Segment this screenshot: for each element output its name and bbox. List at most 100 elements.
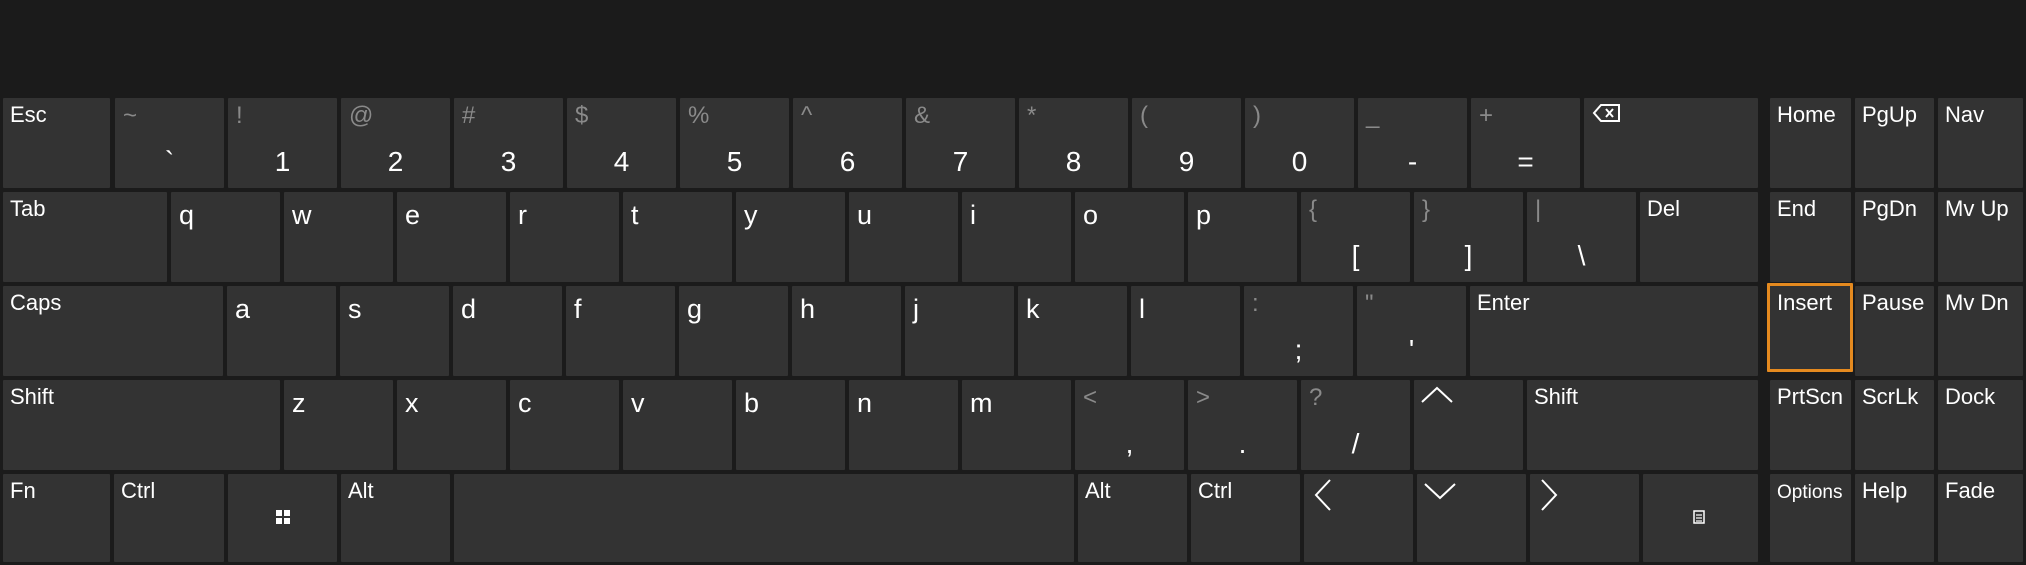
key-windows[interactable] <box>228 474 337 562</box>
key-label: z <box>292 388 306 418</box>
key-h[interactable]: h <box>792 286 901 376</box>
key-shift-label: $ <box>575 102 589 129</box>
key-equals[interactable]: + = <box>1471 98 1580 188</box>
key-shift-right[interactable]: Shift <box>1527 380 1758 470</box>
key-backslash[interactable]: | \ <box>1527 192 1636 282</box>
key-down-arrow[interactable] <box>1417 474 1526 562</box>
key-enter[interactable]: Enter <box>1470 286 1758 376</box>
key-options[interactable]: Options <box>1770 474 1851 562</box>
key-up-arrow[interactable] <box>1414 380 1523 470</box>
key-f[interactable]: f <box>566 286 675 376</box>
key-slash[interactable]: ? / <box>1301 380 1410 470</box>
key-label: f <box>574 294 582 324</box>
key-alt-left[interactable]: Alt <box>341 474 450 562</box>
key-w[interactable]: w <box>284 192 393 282</box>
key-semicolon[interactable]: : ; <box>1244 286 1353 376</box>
key-comma[interactable]: < , <box>1075 380 1184 470</box>
key-dock[interactable]: Dock <box>1938 380 2023 470</box>
key-main-label: 4 <box>613 146 630 177</box>
key-left-arrow[interactable] <box>1304 474 1413 562</box>
key-n[interactable]: n <box>849 380 958 470</box>
key-z[interactable]: z <box>284 380 393 470</box>
key-u[interactable]: u <box>849 192 958 282</box>
key-backtick[interactable]: ~ ` <box>115 98 224 188</box>
key-y[interactable]: y <box>736 192 845 282</box>
key-1[interactable]: ! 1 <box>228 98 337 188</box>
key-prtscn[interactable]: PrtScn <box>1770 380 1851 470</box>
key-space[interactable] <box>454 474 1074 562</box>
key-6[interactable]: ^ 6 <box>793 98 902 188</box>
key-main-label: 2 <box>387 146 404 177</box>
key-x[interactable]: x <box>397 380 506 470</box>
key-right-arrow[interactable] <box>1530 474 1639 562</box>
key-l[interactable]: l <box>1131 286 1240 376</box>
key-j[interactable]: j <box>905 286 1014 376</box>
key-d[interactable]: d <box>453 286 562 376</box>
key-fn[interactable]: Fn <box>3 474 110 562</box>
key-pgdn[interactable]: PgDn <box>1855 192 1934 282</box>
key-shift-label: & <box>914 102 931 129</box>
key-pause[interactable]: Pause <box>1855 286 1934 376</box>
key-home[interactable]: Home <box>1770 98 1851 188</box>
key-label: Enter <box>1477 290 1530 315</box>
key-c[interactable]: c <box>510 380 619 470</box>
key-5[interactable]: % 5 <box>680 98 789 188</box>
key-shift-label: ! <box>236 102 243 129</box>
key-7[interactable]: & 7 <box>906 98 1015 188</box>
key-label: PrtScn <box>1777 384 1844 409</box>
key-insert[interactable]: Insert <box>1767 283 1853 372</box>
key-backspace[interactable] <box>1584 98 1758 188</box>
key-ctrl-right[interactable]: Ctrl <box>1191 474 1300 562</box>
key-g[interactable]: g <box>679 286 788 376</box>
key-s[interactable]: s <box>340 286 449 376</box>
key-pgup[interactable]: PgUp <box>1855 98 1934 188</box>
key-a[interactable]: a <box>227 286 336 376</box>
key-main-label: \ <box>1577 240 1586 271</box>
key-shift-left[interactable]: Shift <box>3 380 280 470</box>
windows-logo-icon <box>276 510 290 524</box>
key-k[interactable]: k <box>1018 286 1127 376</box>
key-alt-right[interactable]: Alt <box>1078 474 1187 562</box>
key-label: Insert <box>1777 290 1833 315</box>
key-q[interactable]: q <box>171 192 280 282</box>
key-help[interactable]: Help <box>1855 474 1934 562</box>
key-v[interactable]: v <box>623 380 732 470</box>
key-9[interactable]: ( 9 <box>1132 98 1241 188</box>
key-t[interactable]: t <box>623 192 732 282</box>
key-left-bracket[interactable]: { [ <box>1301 192 1410 282</box>
key-0[interactable]: ) 0 <box>1245 98 1354 188</box>
key-label: Caps <box>10 290 62 315</box>
key-label: Tab <box>10 196 46 221</box>
key-right-bracket[interactable]: } ] <box>1414 192 1523 282</box>
key-m[interactable]: m <box>962 380 1071 470</box>
key-period[interactable]: > . <box>1188 380 1297 470</box>
key-r[interactable]: r <box>510 192 619 282</box>
key-minus[interactable]: _ - <box>1358 98 1467 188</box>
key-ctrl-left[interactable]: Ctrl <box>114 474 224 562</box>
key-e[interactable]: e <box>397 192 506 282</box>
key-2[interactable]: @ 2 <box>341 98 450 188</box>
key-shift-label: { <box>1309 196 1318 223</box>
key-menu[interactable] <box>1643 474 1758 562</box>
key-b[interactable]: b <box>736 380 845 470</box>
key-quote[interactable]: " ' <box>1357 286 1466 376</box>
key-3[interactable]: # 3 <box>454 98 563 188</box>
key-4[interactable]: $ 4 <box>567 98 676 188</box>
key-o[interactable]: o <box>1075 192 1184 282</box>
key-8[interactable]: * 8 <box>1019 98 1128 188</box>
key-caps[interactable]: Caps <box>3 286 223 376</box>
key-fade[interactable]: Fade <box>1938 474 2023 562</box>
key-label: q <box>179 200 195 230</box>
key-end[interactable]: End <box>1770 192 1851 282</box>
key-mv-up[interactable]: Mv Up <box>1938 192 2023 282</box>
key-del[interactable]: Del <box>1640 192 1758 282</box>
key-mv-dn[interactable]: Mv Dn <box>1938 286 2023 376</box>
key-p[interactable]: p <box>1188 192 1297 282</box>
key-tab[interactable]: Tab <box>3 192 167 282</box>
key-label: Mv Up <box>1945 196 2009 221</box>
key-esc[interactable]: Esc <box>3 98 110 188</box>
key-scrlk[interactable]: ScrLk <box>1855 380 1934 470</box>
key-nav[interactable]: Nav <box>1938 98 2023 188</box>
key-label: Del <box>1647 196 1681 221</box>
key-i[interactable]: i <box>962 192 1071 282</box>
